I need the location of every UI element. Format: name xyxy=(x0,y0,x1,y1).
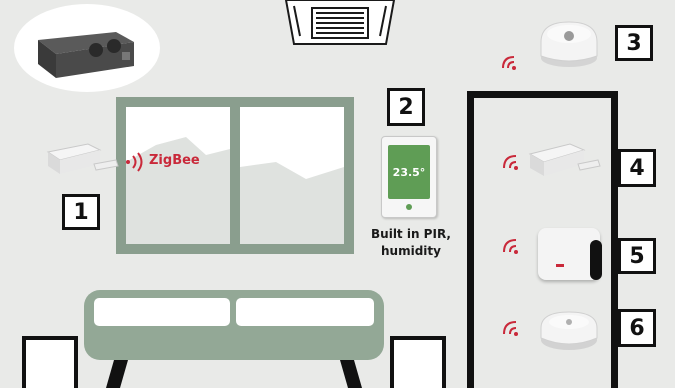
signal-wave-icon xyxy=(502,56,516,70)
signal-wave-icon xyxy=(503,321,518,336)
ceiling-sensor-icon xyxy=(540,21,598,67)
window-panes xyxy=(126,107,344,244)
ventilation-unit-icon xyxy=(38,32,134,78)
number-box-5: 5 xyxy=(618,238,656,274)
number-box-2: 2 xyxy=(387,88,425,126)
pir-label-line1: Built in PIR, xyxy=(371,227,451,241)
number-box-6: 6 xyxy=(618,309,656,347)
number-box-3: 3 xyxy=(615,25,653,61)
pir-label: Built in PIR, humidity xyxy=(356,226,466,260)
thermostat-icon: 23.5° xyxy=(381,136,437,218)
thermostat-screen: 23.5° xyxy=(388,145,430,199)
signal-wave-icon xyxy=(503,239,518,254)
pir-label-line2: humidity xyxy=(381,244,441,258)
thermostat-temp: 23.5° xyxy=(392,165,426,179)
side-table-left xyxy=(22,336,78,388)
sofa xyxy=(84,290,384,388)
signal-wave-icon xyxy=(503,155,518,170)
hub-led xyxy=(556,264,564,267)
door-handle xyxy=(590,240,602,280)
number-box-4: 4 xyxy=(618,149,656,187)
smart-home-scene: ZigBee 1 2 23.5° Built in PIR, humidity … xyxy=(0,0,675,388)
number-box-1: 1 xyxy=(62,194,100,230)
zigbee-label: ZigBee xyxy=(149,153,200,168)
door-window-sensor-icon xyxy=(528,143,601,176)
door-window-sensor-icon xyxy=(46,143,119,174)
side-table-right xyxy=(390,336,446,388)
round-sensor-icon xyxy=(540,311,598,350)
thermostat-led xyxy=(406,204,412,210)
signal-wave-icon xyxy=(126,152,143,172)
ceiling-vent-icon xyxy=(284,0,396,45)
